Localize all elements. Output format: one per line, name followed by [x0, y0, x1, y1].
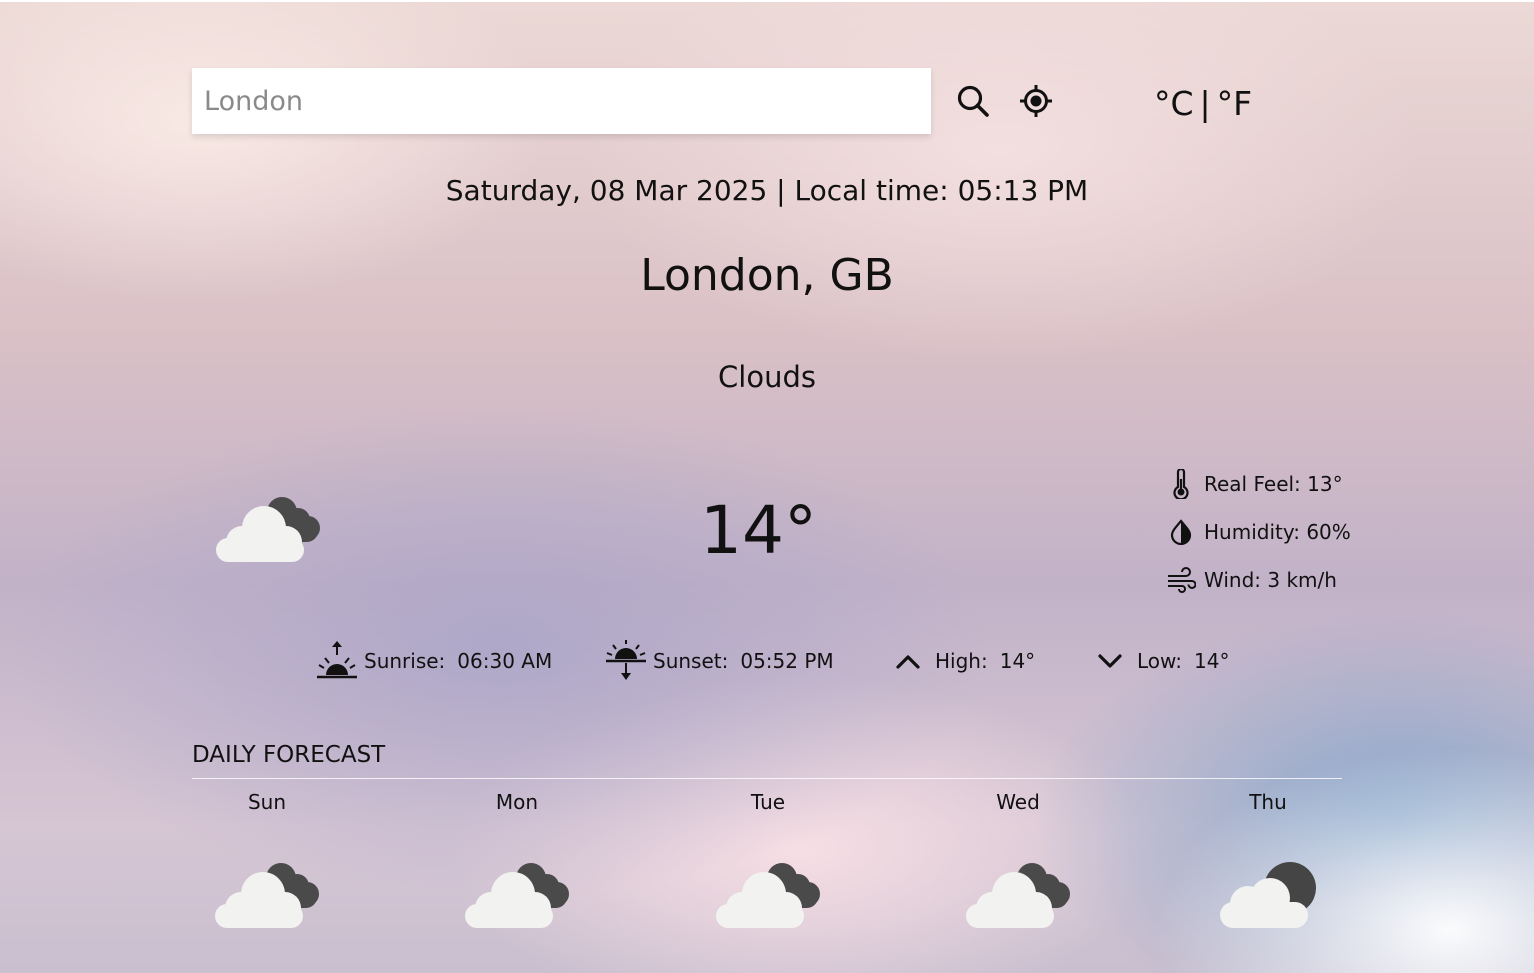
- weather-details: Real Feel: 13° Humidity: 60% Wind: 3 km/…: [1166, 460, 1351, 604]
- humidity-row: Humidity: 60%: [1166, 508, 1351, 556]
- date-local-time: Saturday, 08 Mar 2025 | Local time: 05:1…: [445, 174, 1089, 207]
- current-location-button[interactable]: [1017, 82, 1055, 120]
- weather-condition: Clouds: [718, 360, 816, 394]
- broken-clouds-icon: [461, 856, 573, 932]
- unit-toggle: °C | °F: [1154, 82, 1252, 124]
- forecast-day-label: Tue: [750, 790, 786, 814]
- forecast-day-wed: Wed: [943, 790, 1093, 932]
- broken-clouds-icon: [211, 856, 323, 932]
- broken-clouds-icon: [212, 490, 324, 566]
- city-name: London, GB: [640, 250, 894, 301]
- sunrise-label: Sunrise:: [364, 649, 446, 673]
- forecast-day-tue: Tue: [693, 790, 843, 932]
- wind-row: Wind: 3 km/h: [1166, 556, 1351, 604]
- sunset-value: 05:52 PM: [740, 649, 834, 673]
- low-label: Low:: [1137, 649, 1183, 673]
- wind-icon: [1166, 565, 1196, 595]
- forecast-day-label: Thu: [1249, 790, 1287, 814]
- search-button[interactable]: [954, 82, 992, 120]
- sunrise-item: Sunrise: 06:30 AM: [314, 636, 552, 686]
- wind-label: Wind: 3 km/h: [1204, 568, 1337, 592]
- sunrise-value: 06:30 AM: [457, 649, 553, 673]
- forecast-day-label: Sun: [247, 790, 287, 814]
- arrow-down-icon: [1087, 638, 1133, 684]
- real-feel-label: Real Feel: 13°: [1204, 472, 1343, 496]
- high-value: 14°: [999, 649, 1036, 673]
- forecast-day-thu: Thu: [1193, 790, 1343, 932]
- low-value: 14°: [1194, 649, 1230, 673]
- search-icon: [957, 85, 989, 117]
- forecast-day-label: Wed: [996, 790, 1040, 814]
- humidity-icon: [1166, 517, 1196, 547]
- broken-clouds-icon: [712, 856, 824, 932]
- daily-forecast-title: DAILY FORECAST: [192, 742, 386, 768]
- fahrenheit-button[interactable]: °F: [1217, 84, 1252, 123]
- current-temperature: 14°: [700, 492, 817, 569]
- forecast-day-mon: Mon: [442, 790, 592, 932]
- sunset-item: Sunset: 05:52 PM: [603, 636, 834, 686]
- crosshair-location-icon: [1020, 85, 1052, 117]
- low-temp-item: Low: 14°: [1087, 636, 1229, 686]
- sunset-label: Sunset:: [653, 649, 729, 673]
- search-input[interactable]: [192, 68, 931, 134]
- sunset-icon: [603, 638, 649, 684]
- high-label: High:: [935, 649, 988, 673]
- forecast-divider: [192, 778, 1342, 779]
- thermometer-icon: [1166, 469, 1196, 499]
- cloudy-night-icon: [1212, 856, 1324, 932]
- celsius-button[interactable]: °C: [1154, 84, 1194, 123]
- sunrise-icon: [314, 638, 360, 684]
- forecast-day-label: Mon: [495, 790, 539, 814]
- real-feel-row: Real Feel: 13°: [1166, 460, 1351, 508]
- arrow-up-icon: [885, 638, 931, 684]
- forecast-day-sun: Sun: [192, 790, 342, 932]
- high-temp-item: High: 14°: [885, 636, 1035, 686]
- unit-separator: |: [1199, 83, 1211, 123]
- sun-and-range-row: Sunrise: 06:30 AM Sunset: 05:52 PM High:…: [0, 636, 1534, 686]
- humidity-label: Humidity: 60%: [1204, 520, 1351, 544]
- broken-clouds-icon: [962, 856, 1074, 932]
